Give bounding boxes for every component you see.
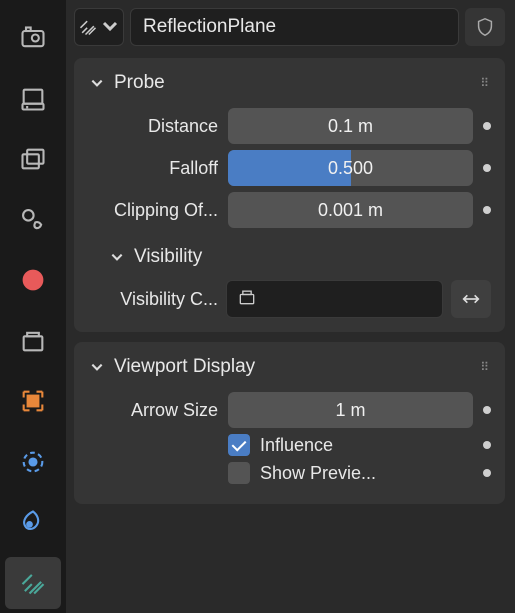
- probe-panel-header[interactable]: Probe ⠿: [88, 68, 491, 102]
- influence-row: Influence: [88, 434, 491, 456]
- arrow-size-label: Arrow Size: [88, 400, 218, 421]
- distance-row: Distance 0.1 m: [88, 108, 491, 144]
- viewport-panel-header[interactable]: Viewport Display ⠿: [88, 352, 491, 386]
- properties-main: ReflectionPlane Probe ⠿ Distance 0.1 m F…: [66, 0, 515, 613]
- tab-collection[interactable]: [5, 315, 61, 368]
- chevron-down-icon: [88, 358, 106, 376]
- datablock-name-field[interactable]: ReflectionPlane: [130, 8, 459, 46]
- clipping-field[interactable]: 0.001 m: [228, 192, 473, 228]
- arrow-size-anim-dot[interactable]: [483, 406, 491, 414]
- visibility-title: Visibility: [134, 246, 491, 268]
- visibility-subpanel-header[interactable]: Visibility: [88, 234, 491, 272]
- shield-icon: [474, 16, 496, 38]
- tab-physics[interactable]: [5, 436, 61, 489]
- falloff-field[interactable]: 0.500: [228, 150, 473, 186]
- panel-drag-icon[interactable]: ⠿: [480, 360, 491, 374]
- tab-world[interactable]: [5, 254, 61, 307]
- preview-label: Show Previe...: [260, 463, 473, 484]
- collection-icon: [237, 287, 257, 312]
- falloff-anim-dot[interactable]: [483, 164, 491, 172]
- falloff-label: Falloff: [88, 158, 218, 179]
- distance-anim-dot[interactable]: [483, 122, 491, 130]
- influence-checkbox[interactable]: [228, 434, 250, 456]
- tab-data-lightprobe[interactable]: [5, 557, 61, 610]
- datablock-type-selector[interactable]: [74, 8, 124, 46]
- chevron-down-icon: [108, 248, 126, 266]
- visibility-collection-row: Visibility C...: [88, 280, 491, 318]
- viewport-display-panel: Viewport Display ⠿ Arrow Size 1 m Influe…: [74, 342, 505, 504]
- fake-user-toggle[interactable]: [465, 8, 505, 46]
- probe-panel-title: Probe: [114, 72, 472, 94]
- invert-visibility-button[interactable]: [451, 280, 491, 318]
- clipping-anim-dot[interactable]: [483, 206, 491, 214]
- visibility-collection-field[interactable]: [226, 280, 443, 318]
- arrow-size-field[interactable]: 1 m: [228, 392, 473, 428]
- tab-output[interactable]: [5, 73, 61, 126]
- distance-label: Distance: [88, 116, 218, 137]
- preview-checkbox[interactable]: [228, 462, 250, 484]
- distance-field[interactable]: 0.1 m: [228, 108, 473, 144]
- properties-tab-strip: [0, 0, 66, 613]
- chevron-down-icon: [88, 74, 106, 92]
- datablock-header: ReflectionPlane: [74, 8, 505, 46]
- influence-anim-dot[interactable]: [483, 441, 491, 449]
- preview-anim-dot[interactable]: [483, 469, 491, 477]
- tab-constraints[interactable]: [5, 496, 61, 549]
- arrow-size-row: Arrow Size 1 m: [88, 392, 491, 428]
- probe-panel: Probe ⠿ Distance 0.1 m Falloff 0.500 Cli…: [74, 58, 505, 332]
- tab-object[interactable]: [5, 375, 61, 428]
- influence-label: Influence: [260, 435, 473, 456]
- panel-drag-icon[interactable]: ⠿: [480, 76, 491, 90]
- tab-render[interactable]: [5, 12, 61, 65]
- clipping-row: Clipping Of... 0.001 m: [88, 192, 491, 228]
- bidirectional-arrow-icon: [460, 288, 482, 310]
- viewport-panel-title: Viewport Display: [114, 356, 472, 378]
- tab-viewlayer[interactable]: [5, 133, 61, 186]
- preview-row: Show Previe...: [88, 462, 491, 484]
- visibility-collection-label: Visibility C...: [88, 289, 218, 310]
- tab-scene[interactable]: [5, 194, 61, 247]
- clipping-label: Clipping Of...: [88, 200, 218, 221]
- falloff-row: Falloff 0.500: [88, 150, 491, 186]
